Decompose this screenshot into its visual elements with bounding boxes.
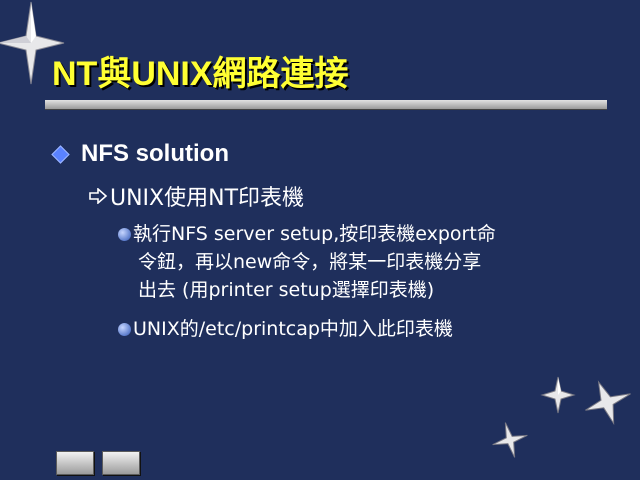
slide-title: NT與UNIX網路連接 [52, 55, 349, 93]
star-decoration-icon [540, 376, 576, 414]
bullet-level3-line: 令鈕，再以new命令，將某一印表機分享 [138, 251, 482, 273]
star-decoration-icon [585, 380, 631, 426]
nav-prev-button-icon[interactable] [56, 451, 94, 475]
diamond-bullet-icon [51, 144, 70, 164]
title-divider [45, 100, 607, 109]
slide: NT與UNIX網路連接 NFS solution UNIX使用NT印表機 執行N… [0, 0, 640, 480]
bullet-level3-item: UNIX的/etc/printcap中加入此印表機 [118, 315, 453, 343]
bullet-level2-text: UNIX使用NT印表機 [110, 186, 305, 211]
bullet-level2: UNIX使用NT印表機 [88, 180, 304, 212]
bullet-level3-line: 出去 (用printer setup選擇印表機) [138, 279, 435, 301]
arrow-right-icon [89, 188, 108, 204]
nav-next-button-icon[interactable] [102, 451, 140, 475]
circle-bullet-icon [118, 323, 131, 336]
circle-bullet-icon [118, 228, 131, 241]
bullet-level3-line: UNIX的/etc/printcap中加入此印表機 [133, 318, 453, 340]
bullet-level1: NFS solution [51, 140, 229, 168]
star-decoration-icon [492, 422, 528, 458]
bullet-level1-text: NFS solution [81, 140, 229, 167]
bullet-level3-item: 執行NFS server setup,按印表機export命 令鈕，再以new命… [118, 220, 598, 304]
bullet-level3-line: 執行NFS server setup,按印表機export命 [133, 223, 496, 245]
